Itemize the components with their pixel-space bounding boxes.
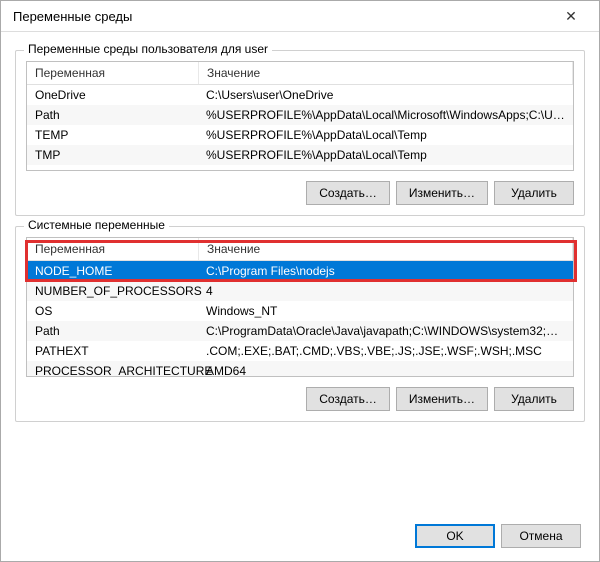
- system-create-button[interactable]: Создать…: [306, 387, 390, 411]
- cancel-button[interactable]: Отмена: [501, 524, 581, 548]
- col-header-name[interactable]: Переменная: [27, 238, 199, 260]
- table-row[interactable]: PATHEXT.COM;.EXE;.BAT;.CMD;.VBS;.VBE;.JS…: [27, 341, 573, 361]
- var-name: PATHEXT: [27, 342, 198, 360]
- table-row[interactable]: Path%USERPROFILE%\AppData\Local\Microsof…: [27, 105, 573, 125]
- user-buttons: Создать… Изменить… Удалить: [26, 181, 574, 205]
- col-header-value[interactable]: Значение: [199, 238, 573, 260]
- col-header-name[interactable]: Переменная: [27, 62, 199, 84]
- table-row[interactable]: NUMBER_OF_PROCESSORS4: [27, 281, 573, 301]
- var-value: C:\Program Files\nodejs: [198, 262, 573, 280]
- table-row[interactable]: PathC:\ProgramData\Oracle\Java\javapath;…: [27, 321, 573, 341]
- var-value: %USERPROFILE%\AppData\Local\Temp: [198, 146, 573, 164]
- system-list-header: Переменная Значение: [27, 238, 573, 261]
- var-name: OS: [27, 302, 198, 320]
- table-row[interactable]: OneDriveC:\Users\user\OneDrive: [27, 85, 573, 105]
- var-value: C:\ProgramData\Oracle\Java\javapath;C:\W…: [198, 322, 573, 340]
- system-vars-group: Системные переменные Переменная Значение…: [15, 226, 585, 422]
- var-name: NUMBER_OF_PROCESSORS: [27, 282, 198, 300]
- table-row[interactable]: TEMP%USERPROFILE%\AppData\Local\Temp: [27, 125, 573, 145]
- close-icon[interactable]: ✕: [551, 4, 591, 28]
- col-header-value[interactable]: Значение: [199, 62, 573, 84]
- var-name: TEMP: [27, 126, 198, 144]
- system-group-caption: Системные переменные: [24, 218, 169, 232]
- var-name: OneDrive: [27, 86, 198, 104]
- user-edit-button[interactable]: Изменить…: [396, 181, 488, 205]
- var-name: NODE_HOME: [27, 262, 198, 280]
- var-name: Path: [27, 322, 198, 340]
- system-delete-button[interactable]: Удалить: [494, 387, 574, 411]
- var-name: PROCESSOR_ARCHITECTURE: [27, 362, 198, 377]
- var-name: TMP: [27, 146, 198, 164]
- client-area: Переменные среды пользователя для user П…: [1, 32, 599, 562]
- user-vars-list[interactable]: Переменная Значение OneDriveC:\Users\use…: [26, 61, 574, 171]
- var-name: Path: [27, 106, 198, 124]
- table-row[interactable]: OSWindows_NT: [27, 301, 573, 321]
- user-vars-group: Переменные среды пользователя для user П…: [15, 50, 585, 216]
- table-row[interactable]: NODE_HOMEC:\Program Files\nodejs: [27, 261, 573, 281]
- var-value: .COM;.EXE;.BAT;.CMD;.VBS;.VBE;.JS;.JSE;.…: [198, 342, 573, 360]
- window-title: Переменные среды: [13, 9, 132, 24]
- var-value: C:\Users\user\OneDrive: [198, 86, 573, 104]
- var-value: %USERPROFILE%\AppData\Local\Temp: [198, 126, 573, 144]
- env-vars-window: Переменные среды ✕ Переменные среды поль…: [0, 0, 600, 562]
- var-value: Windows_NT: [198, 302, 573, 320]
- var-value: %USERPROFILE%\AppData\Local\Microsoft\Wi…: [198, 106, 573, 124]
- var-value: AMD64: [198, 362, 573, 377]
- dialog-buttons: OK Отмена: [15, 518, 585, 548]
- titlebar: Переменные среды ✕: [1, 1, 599, 32]
- system-vars-list[interactable]: Переменная Значение NODE_HOMEC:\Program …: [26, 237, 574, 377]
- system-edit-button[interactable]: Изменить…: [396, 387, 488, 411]
- user-group-caption: Переменные среды пользователя для user: [24, 42, 272, 56]
- user-list-header: Переменная Значение: [27, 62, 573, 85]
- user-delete-button[interactable]: Удалить: [494, 181, 574, 205]
- table-row[interactable]: PROCESSOR_ARCHITECTUREAMD64: [27, 361, 573, 377]
- ok-button[interactable]: OK: [415, 524, 495, 548]
- system-buttons: Создать… Изменить… Удалить: [26, 387, 574, 411]
- user-create-button[interactable]: Создать…: [306, 181, 390, 205]
- table-row[interactable]: TMP%USERPROFILE%\AppData\Local\Temp: [27, 145, 573, 165]
- var-value: 4: [198, 282, 573, 300]
